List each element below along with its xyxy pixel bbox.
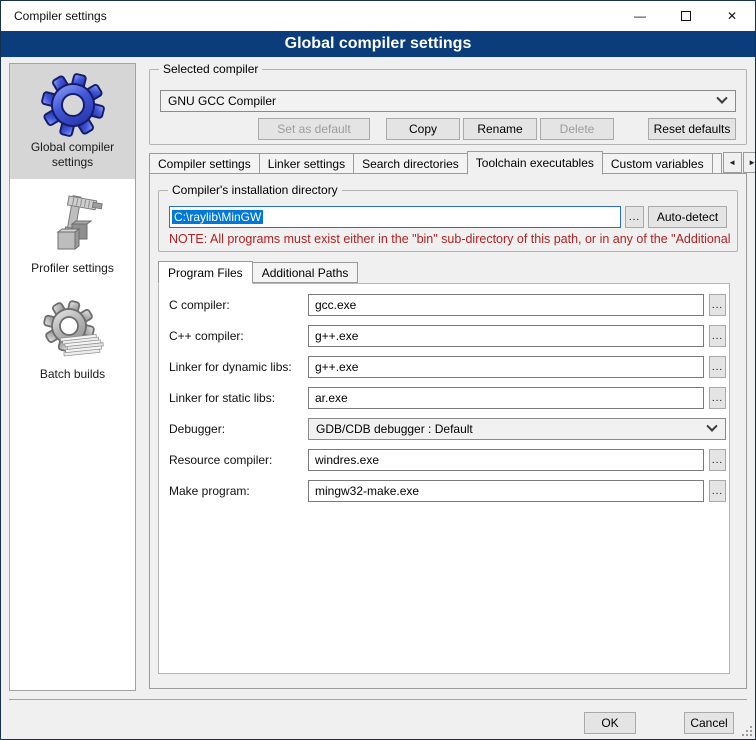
compiler-actions: Set as default Copy Rename Delete Reset … — [160, 118, 736, 140]
arrow-left-icon: ◄ — [728, 158, 736, 167]
sidebar-item-batch-builds[interactable]: Batch builds — [10, 291, 135, 391]
cpp-compiler-input[interactable] — [308, 325, 704, 347]
chevron-down-icon — [716, 93, 727, 104]
footer-separator — [9, 699, 747, 700]
subtab-program-files[interactable]: Program Files — [158, 261, 253, 284]
installation-directory-input[interactable]: C:\raylib\MinGW — [169, 206, 621, 228]
reset-defaults-button[interactable]: Reset defaults — [648, 118, 736, 140]
browse-directory-button[interactable]: ... — [625, 206, 644, 228]
browse-c-compiler-button[interactable]: ... — [709, 294, 726, 316]
field-label: C++ compiler: — [169, 329, 308, 343]
resize-grip[interactable] — [740, 724, 752, 736]
installation-directory-row: C:\raylib\MinGW ... Auto-detect — [169, 206, 729, 228]
close-icon: ✕ — [727, 9, 737, 23]
installation-directory-group: Compiler's installation directory C:\ray… — [158, 190, 738, 252]
installation-directory-value: C:\raylib\MinGW — [172, 210, 263, 224]
dialog-body: Global compiler settings — [1, 57, 755, 739]
field-label: C compiler: — [169, 298, 308, 312]
field-label: Linker for dynamic libs: — [169, 360, 308, 374]
c-compiler-input[interactable] — [308, 294, 704, 316]
close-button[interactable]: ✕ — [709, 1, 755, 31]
debugger-select-value: GDB/CDB debugger : Default — [316, 422, 473, 436]
compiler-select-value: GNU GCC Compiler — [168, 94, 276, 108]
maximize-button[interactable] — [663, 1, 709, 31]
make-program-input[interactable] — [308, 480, 704, 502]
arrow-right-icon: ► — [748, 158, 756, 167]
browse-static-linker-button[interactable]: ... — [709, 387, 726, 409]
debugger-select[interactable]: GDB/CDB debugger : Default — [308, 418, 726, 440]
dynamic-linker-input[interactable] — [308, 356, 704, 378]
program-files-page: C compiler: ... C++ compiler: ... Linker… — [158, 283, 730, 674]
title-bar: Compiler settings — ✕ — [1, 1, 755, 31]
subtab-additional-paths[interactable]: Additional Paths — [252, 262, 359, 283]
compiler-settings-dialog: Compiler settings — ✕ Global compiler se… — [0, 0, 756, 740]
tab-linker-settings[interactable]: Linker settings — [259, 153, 354, 174]
field-row-debugger: Debugger: GDB/CDB debugger : Default — [169, 418, 725, 440]
note-text: NOTE: All programs must exist either in … — [169, 232, 735, 246]
field-row-cpp-compiler: C++ compiler: ... — [169, 325, 725, 347]
blue-gear-icon — [41, 73, 105, 137]
rename-button[interactable]: Rename — [463, 118, 537, 140]
toolchain-executables-page: Compiler's installation directory C:\ray… — [149, 173, 747, 689]
sidebar-item-label: Profiler settings — [14, 261, 131, 276]
sidebar-item-profiler-settings[interactable]: Profiler settings — [10, 185, 135, 285]
field-label: Make program: — [169, 484, 308, 498]
window-title: Compiler settings — [1, 9, 107, 23]
field-label: Linker for static libs: — [169, 391, 308, 405]
compiler-select[interactable]: GNU GCC Compiler — [160, 90, 736, 112]
group-label: Selected compiler — [159, 62, 262, 76]
browse-make-program-button[interactable]: ... — [709, 480, 726, 502]
tab-scroll-left-button[interactable]: ◄ — [723, 152, 742, 173]
browse-cpp-compiler-button[interactable]: ... — [709, 325, 726, 347]
page-title: Global compiler settings — [1, 31, 755, 57]
caliper-icon — [41, 194, 105, 258]
static-linker-input[interactable] — [308, 387, 704, 409]
copy-button[interactable]: Copy — [386, 118, 460, 140]
tab-scroll-right-button[interactable]: ► — [743, 152, 756, 173]
tab-toolchain-executables[interactable]: Toolchain executables — [467, 151, 603, 175]
program-files-tab-bar: Program Files Additional Paths — [158, 260, 358, 283]
group-label: Compiler's installation directory — [168, 183, 342, 197]
field-row-make-program: Make program: ... — [169, 480, 725, 502]
minimize-icon: — — [634, 9, 646, 23]
auto-detect-button[interactable]: Auto-detect — [648, 206, 727, 228]
browse-resource-compiler-button[interactable]: ... — [709, 449, 726, 471]
browse-dynamic-linker-button[interactable]: ... — [709, 356, 726, 378]
ok-button[interactable]: OK — [584, 712, 636, 734]
delete-button[interactable]: Delete — [540, 118, 614, 140]
gray-gear-stack-icon — [41, 300, 105, 364]
field-label: Resource compiler: — [169, 453, 308, 467]
field-row-resource-compiler: Resource compiler: ... — [169, 449, 725, 471]
maximize-icon — [681, 11, 691, 21]
selected-compiler-group: Selected compiler GNU GCC Compiler Set a… — [149, 69, 747, 145]
field-row-dynamic-linker: Linker for dynamic libs: ... — [169, 356, 725, 378]
tab-build-options[interactable]: Build options — [712, 153, 722, 174]
field-row-static-linker: Linker for static libs: ... — [169, 387, 725, 409]
cancel-button[interactable]: Cancel — [684, 712, 734, 734]
tab-scroll-buttons: ◄ ► — [722, 152, 756, 173]
chevron-down-icon — [706, 421, 717, 432]
window-controls: — ✕ — [617, 1, 755, 31]
settings-tab-bar: Compiler settings Linker settings Search… — [149, 151, 747, 174]
resource-compiler-input[interactable] — [308, 449, 704, 471]
field-label: Debugger: — [169, 422, 308, 436]
tab-search-directories[interactable]: Search directories — [353, 153, 468, 174]
settings-category-list: Global compiler settings — [9, 63, 136, 691]
set-as-default-button[interactable]: Set as default — [258, 118, 370, 140]
sidebar-item-label: Batch builds — [14, 367, 131, 382]
minimize-button[interactable]: — — [617, 1, 663, 31]
tab-compiler-settings[interactable]: Compiler settings — [149, 153, 260, 174]
sidebar-item-label: Global compiler settings — [14, 140, 131, 170]
tab-custom-variables[interactable]: Custom variables — [602, 153, 713, 174]
field-row-c-compiler: C compiler: ... — [169, 294, 725, 316]
sidebar-item-global-compiler-settings[interactable]: Global compiler settings — [10, 64, 135, 179]
